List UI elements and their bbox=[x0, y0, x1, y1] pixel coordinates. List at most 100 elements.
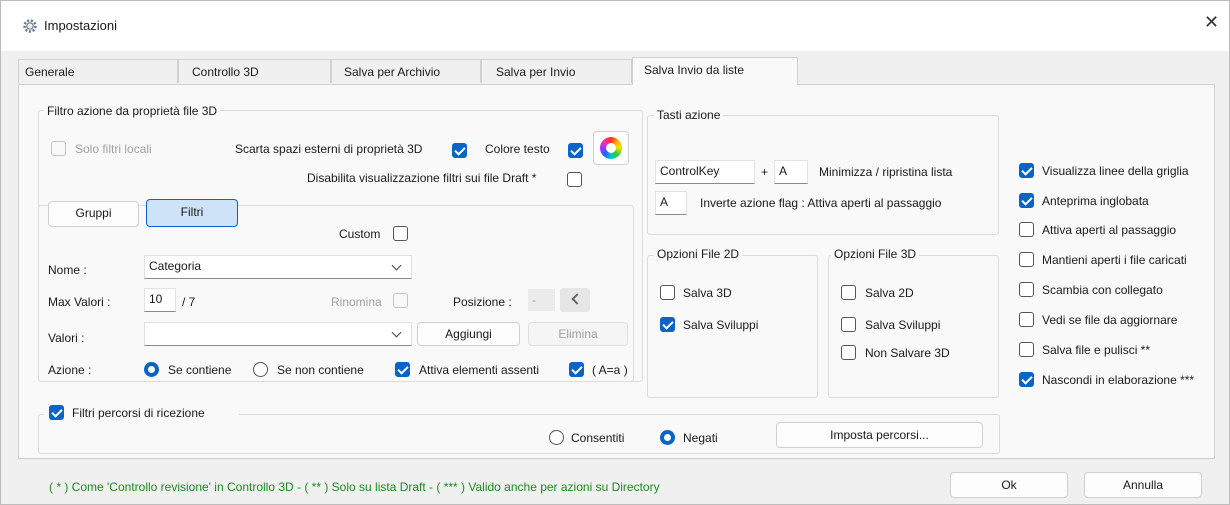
aggiungi-button[interactable]: Aggiungi bbox=[417, 322, 520, 346]
salva-3d-label: Salva 3D bbox=[683, 286, 732, 300]
color-picker-button[interactable] bbox=[593, 131, 629, 165]
posizione-label: Posizione : bbox=[453, 295, 512, 309]
salva-2d-label: Salva 2D bbox=[865, 286, 914, 300]
move-left-button[interactable] bbox=[560, 288, 590, 312]
close-icon[interactable]: ✕ bbox=[1204, 12, 1219, 33]
control-key-input[interactable]: ControlKey bbox=[655, 160, 755, 184]
control-key-value: ControlKey bbox=[660, 164, 720, 178]
gruppi-button[interactable]: Gruppi bbox=[48, 201, 139, 227]
nome-dropdown[interactable]: Categoria bbox=[144, 255, 412, 279]
visualizza-linee-checkbox[interactable] bbox=[1019, 163, 1034, 178]
attiva-assenti-label: Attiva elementi assenti bbox=[419, 363, 540, 377]
negati-radio[interactable] bbox=[660, 430, 675, 445]
scarta-spazi-label: Scarta spazi esterni di proprietà 3D bbox=[235, 142, 423, 156]
salva-2d-checkbox[interactable] bbox=[841, 285, 856, 300]
salva-pulisci-label: Salva file e pulisci ** bbox=[1042, 343, 1151, 357]
anteprima-label: Anteprima inglobata bbox=[1042, 194, 1149, 208]
chevron-down-icon bbox=[391, 260, 402, 271]
tab-label: Controllo 3D bbox=[192, 65, 259, 79]
nascondi-checkbox[interactable] bbox=[1019, 372, 1034, 387]
imposta-percorsi-button[interactable]: Imposta percorsi... bbox=[776, 422, 983, 448]
case-insensitive-label: ( A=a ) bbox=[592, 363, 628, 377]
filtri-button[interactable]: Filtri bbox=[146, 199, 238, 227]
elimina-button[interactable]: Elimina bbox=[528, 322, 628, 346]
shortcut-key-input[interactable]: A bbox=[774, 160, 808, 184]
scarta-spazi-checkbox[interactable] bbox=[452, 143, 467, 158]
case-insensitive-checkbox[interactable] bbox=[569, 362, 584, 377]
non-salvare-3d-checkbox[interactable] bbox=[841, 345, 856, 360]
plus-label: + bbox=[761, 165, 769, 179]
anteprima-checkbox[interactable] bbox=[1019, 193, 1034, 208]
attiva-aperti-checkbox[interactable] bbox=[1019, 222, 1034, 237]
negati-label: Negati bbox=[683, 431, 718, 445]
tab-label: Salva per Invio bbox=[496, 65, 576, 79]
tab-salva-invio[interactable]: Salva per Invio bbox=[481, 59, 632, 83]
max-valori-value: 10 bbox=[149, 292, 163, 306]
settings-dialog: Impostazioni ✕ Generale Controllo 3D Sal… bbox=[0, 0, 1230, 505]
mantieni-aperti-checkbox[interactable] bbox=[1019, 252, 1034, 267]
tab-label: Salva Invio da liste bbox=[644, 63, 745, 77]
salva-sviluppi-2d-label: Salva Sviluppi bbox=[683, 318, 759, 332]
gear-icon bbox=[23, 19, 37, 33]
non-salvare-3d-label: Non Salvare 3D bbox=[865, 346, 950, 360]
mantieni-aperti-label: Mantieni aperti i file caricati bbox=[1042, 253, 1187, 267]
visualizza-linee-label: Visualizza linee della griglia bbox=[1042, 164, 1189, 178]
disabilita-checkbox[interactable] bbox=[567, 172, 582, 187]
tab-salva-invio-liste[interactable]: Salva Invio da liste bbox=[632, 57, 798, 85]
colore-testo-checkbox[interactable] bbox=[568, 143, 583, 158]
filtri-percorsi-checkbox[interactable] bbox=[49, 405, 64, 420]
chevron-left-icon bbox=[571, 293, 583, 305]
tab-label: Salva per Archivio bbox=[344, 65, 441, 79]
color-wheel-icon bbox=[600, 137, 622, 159]
chevron-down-icon bbox=[391, 327, 402, 338]
filtro-group-title: Filtro azione da proprietà file 3D bbox=[44, 104, 221, 118]
se-contiene-label: Se contiene bbox=[168, 363, 232, 377]
flag-key-value: A bbox=[660, 195, 669, 209]
valori-label: Valori : bbox=[48, 331, 85, 345]
consentiti-radio[interactable] bbox=[549, 430, 564, 445]
attiva-assenti-checkbox[interactable] bbox=[395, 362, 410, 377]
minimizza-label: Minimizza / ripristina lista bbox=[819, 165, 953, 179]
salva-sviluppi-2d-checkbox[interactable] bbox=[660, 317, 675, 332]
max-valori-total: / 7 bbox=[182, 295, 196, 309]
salva-3d-checkbox[interactable] bbox=[660, 285, 675, 300]
shortcut-key-value: A bbox=[779, 164, 788, 178]
vedi-aggiornare-label: Vedi se file da aggiornare bbox=[1042, 313, 1178, 327]
salva-pulisci-checkbox[interactable] bbox=[1019, 342, 1034, 357]
max-valori-input[interactable]: 10 bbox=[144, 288, 176, 312]
tab-label: Generale bbox=[25, 65, 75, 79]
custom-label: Custom bbox=[339, 227, 381, 241]
rinomina-label: Rinomina bbox=[331, 295, 382, 309]
annulla-button[interactable]: Annulla bbox=[1084, 472, 1202, 498]
attiva-aperti-label: Attiva aperti al passaggio bbox=[1042, 223, 1177, 237]
scambia-checkbox[interactable] bbox=[1019, 282, 1034, 297]
vedi-aggiornare-checkbox[interactable] bbox=[1019, 312, 1034, 327]
salva-sviluppi-3d-checkbox[interactable] bbox=[841, 317, 856, 332]
tab-panel: Filtro azione da proprietà file 3D Solo … bbox=[18, 84, 1215, 459]
footer-note: ( * ) Come 'Controllo revisione' in Cont… bbox=[49, 480, 660, 494]
salva-sviluppi-3d-label: Salva Sviluppi bbox=[865, 318, 941, 332]
opz2d-title: Opzioni File 2D bbox=[654, 247, 743, 261]
rinomina-checkbox[interactable] bbox=[393, 293, 408, 308]
posizione-value: - bbox=[532, 293, 536, 307]
nome-label: Nome : bbox=[48, 263, 87, 277]
nome-value: Categoria bbox=[149, 259, 202, 273]
tab-salva-archivio[interactable]: Salva per Archivio bbox=[331, 59, 481, 83]
solo-filtri-locali-label: Solo filtri locali bbox=[75, 142, 152, 156]
filtri-percorsi-label: Filtri percorsi di ricezione bbox=[72, 406, 205, 420]
opz3d-title: Opzioni File 3D bbox=[831, 247, 920, 261]
azione-label: Azione : bbox=[48, 363, 92, 377]
tab-controllo-3d[interactable]: Controllo 3D bbox=[178, 59, 331, 83]
scambia-label: Scambia con collegato bbox=[1042, 283, 1163, 297]
ok-button[interactable]: Ok bbox=[950, 472, 1068, 498]
posizione-input[interactable]: - bbox=[528, 289, 555, 311]
inverte-label: Inverte azione flag : Attiva aperti al p… bbox=[700, 196, 942, 210]
solo-filtri-locali-checkbox[interactable] bbox=[51, 141, 66, 156]
custom-checkbox[interactable] bbox=[393, 226, 408, 241]
tab-generale[interactable]: Generale bbox=[18, 59, 178, 83]
se-non-contiene-radio[interactable] bbox=[253, 362, 268, 377]
valori-dropdown[interactable] bbox=[144, 322, 412, 346]
colore-testo-label: Colore testo bbox=[485, 142, 550, 156]
se-contiene-radio[interactable] bbox=[144, 362, 159, 377]
flag-key-input[interactable]: A bbox=[655, 191, 687, 215]
